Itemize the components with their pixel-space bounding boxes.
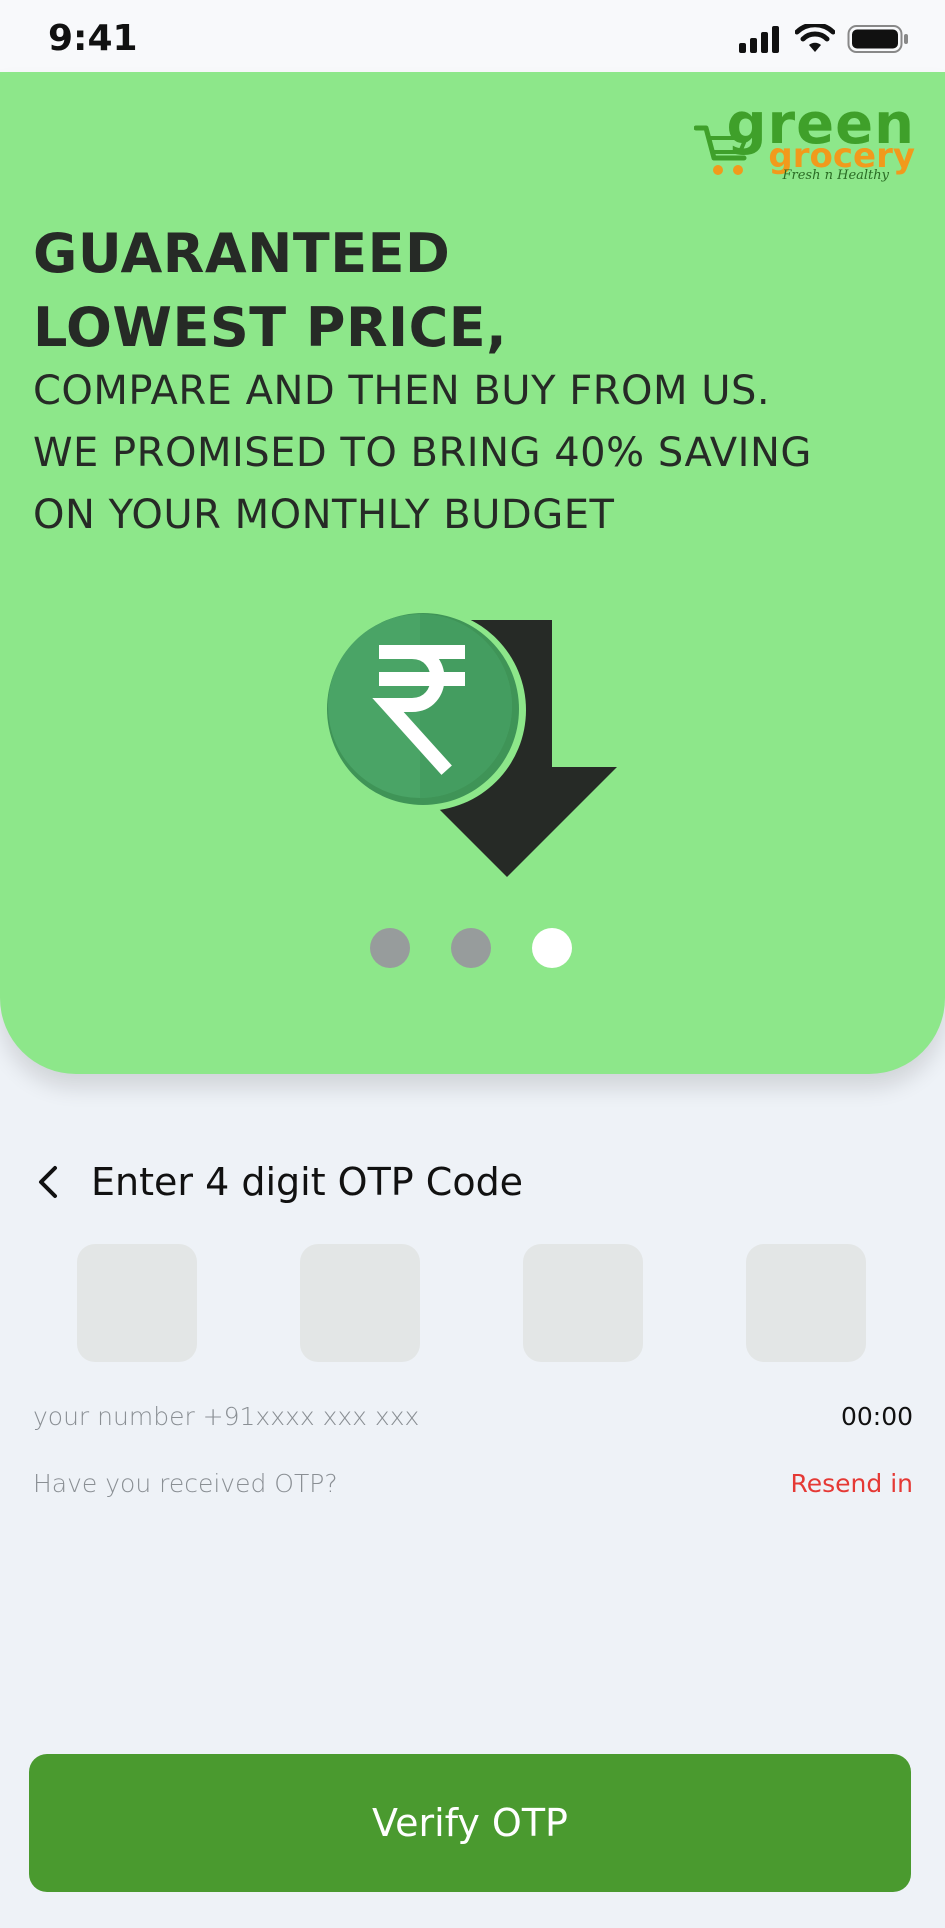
description-line-3: ON YOUR MONTHLY BUDGET: [33, 492, 615, 538]
hero-description: COMPARE AND THEN BUY FROM US. WE PROMISE…: [33, 360, 913, 546]
wifi-icon: [795, 24, 835, 52]
brand-tagline: Fresh n Healthy: [782, 168, 890, 183]
otp-header: Enter 4 digit OTP Code: [33, 1160, 523, 1204]
verify-otp-button[interactable]: Verify OTP: [29, 1754, 911, 1892]
signal-icon: [739, 26, 779, 53]
carousel-dot-3-active[interactable]: [532, 928, 572, 968]
rupee-price-drop-icon: [324, 609, 617, 877]
resend-link[interactable]: Resend in: [791, 1469, 914, 1498]
status-bar: 9:41: [0, 0, 945, 72]
received-otp-prompt: Have you received OTP?: [33, 1469, 338, 1498]
otp-digit-4[interactable]: [746, 1244, 866, 1362]
description-line-2: WE PROMISED TO BRING 40% SAVING: [33, 430, 812, 476]
carousel-indicator: [370, 928, 572, 968]
otp-title: Enter 4 digit OTP Code: [91, 1160, 524, 1204]
brand-logo: green grocery Fresh n Healthy: [694, 92, 915, 190]
otp-digit-2[interactable]: [300, 1244, 420, 1362]
otp-input-group: [77, 1244, 866, 1362]
carousel-dot-2[interactable]: [451, 928, 491, 968]
carousel-dot-1[interactable]: [370, 928, 410, 968]
countdown-timer: 00:00: [840, 1402, 913, 1431]
resend-row: Have you received OTP? Resend in: [33, 1469, 913, 1498]
description-line-1: COMPARE AND THEN BUY FROM US.: [33, 368, 771, 414]
status-time: 9:41: [48, 18, 138, 59]
status-icons: [739, 24, 909, 54]
headline-line-2: LOWEST PRICE,: [33, 296, 508, 359]
headline-line-1: GUARANTEED: [33, 222, 451, 285]
otp-digit-1[interactable]: [77, 1244, 197, 1362]
battery-icon: [847, 25, 908, 53]
phone-number-text: your number +91xxxx xxx xxx: [33, 1402, 420, 1431]
hero-headline: GUARANTEED LOWEST PRICE,: [33, 217, 507, 365]
chevron-left-icon[interactable]: [33, 1162, 65, 1202]
otp-digit-3[interactable]: [523, 1244, 643, 1362]
phone-number-row: your number +91xxxx xxx xxx 00:00: [33, 1402, 913, 1431]
